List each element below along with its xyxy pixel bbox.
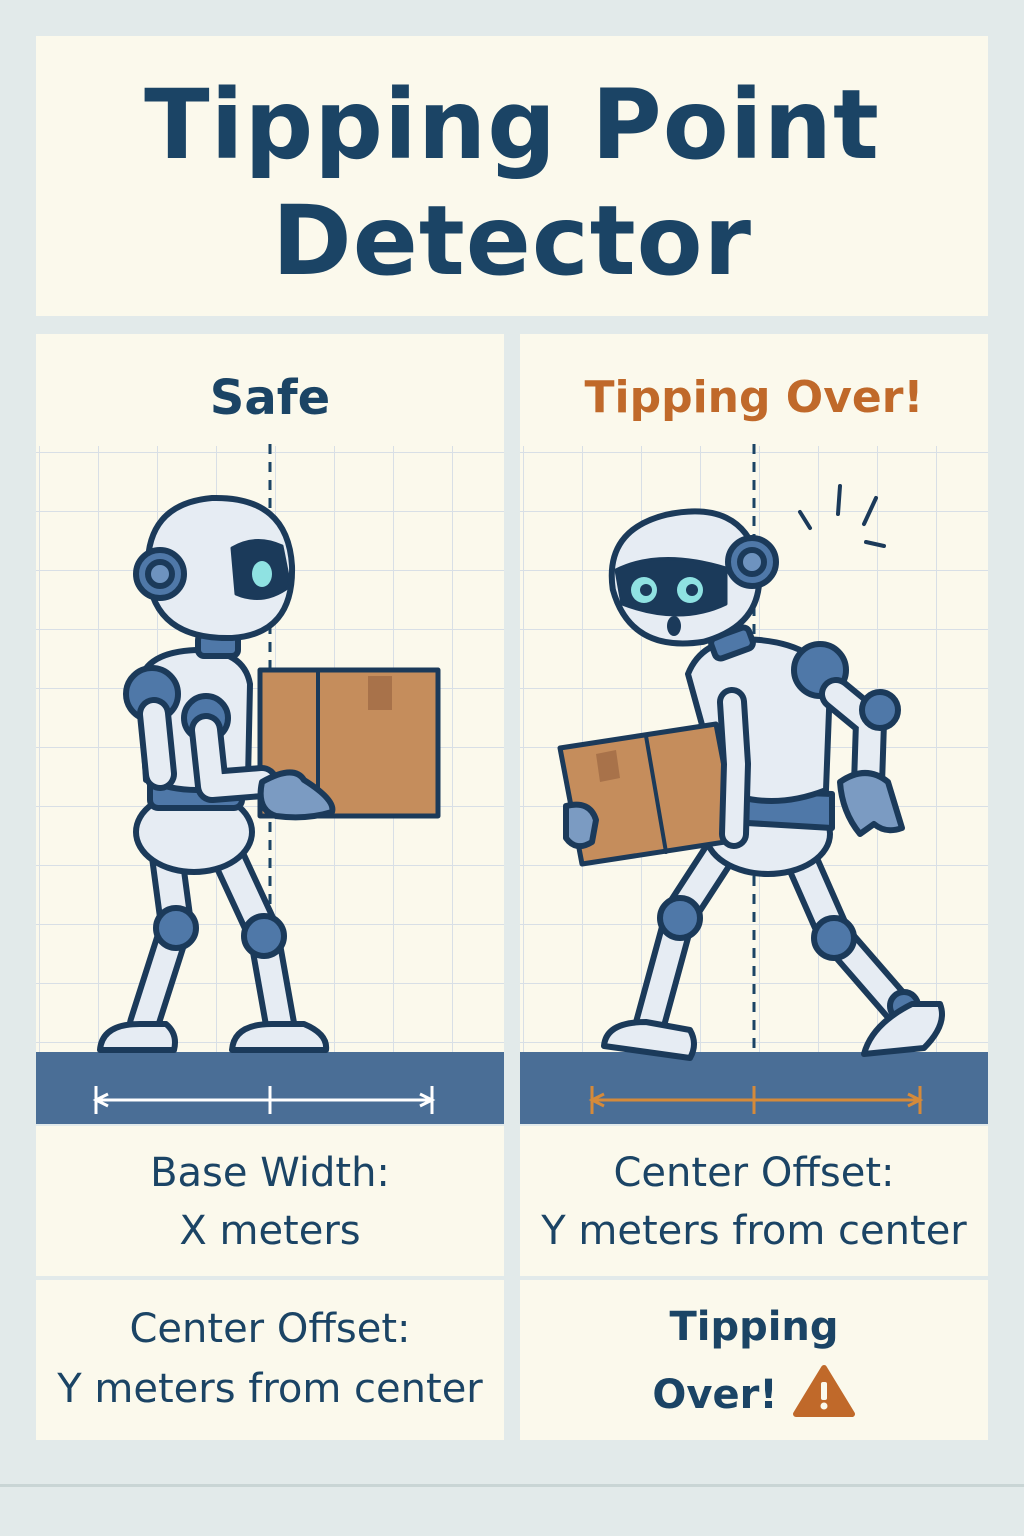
- warning-icon: [792, 1364, 856, 1430]
- page-title-line-2: Detector: [272, 185, 752, 297]
- tipping-panel: Tipping Over!: [520, 334, 988, 1124]
- tipping-status-card: Tipping Over!: [520, 1280, 988, 1440]
- base-width-card: Base Width: X meters: [36, 1126, 504, 1276]
- tipping-illustration: [520, 444, 988, 1124]
- center-offset-label: Center Offset:: [613, 1150, 895, 1196]
- tipping-status-line-2: Over!: [652, 1372, 778, 1418]
- safe-heading: Safe: [209, 370, 331, 426]
- base-width-value: X meters: [179, 1208, 361, 1254]
- title-card: Tipping Point Detector: [36, 36, 988, 316]
- center-offset-card-right: Center Offset: Y meters from center: [520, 1126, 988, 1276]
- center-offset-value: Y meters from center: [541, 1208, 967, 1254]
- tipping-status-row: Over!: [520, 1364, 988, 1430]
- tipping-heading: Tipping Over!: [584, 372, 924, 423]
- safe-panel: Safe: [36, 334, 504, 1124]
- center-offset-card-left: Center Offset: Y meters from center: [36, 1280, 504, 1440]
- base-width-label: Base Width:: [150, 1150, 390, 1196]
- safe-illustration: [36, 444, 504, 1124]
- page-title-line-1: Tipping Point: [144, 69, 880, 181]
- tipping-status-line-1: Tipping: [669, 1304, 839, 1350]
- center-offset-value: Y meters from center: [57, 1366, 483, 1412]
- footer-divider: [0, 1484, 1024, 1487]
- center-offset-label: Center Offset:: [129, 1306, 411, 1352]
